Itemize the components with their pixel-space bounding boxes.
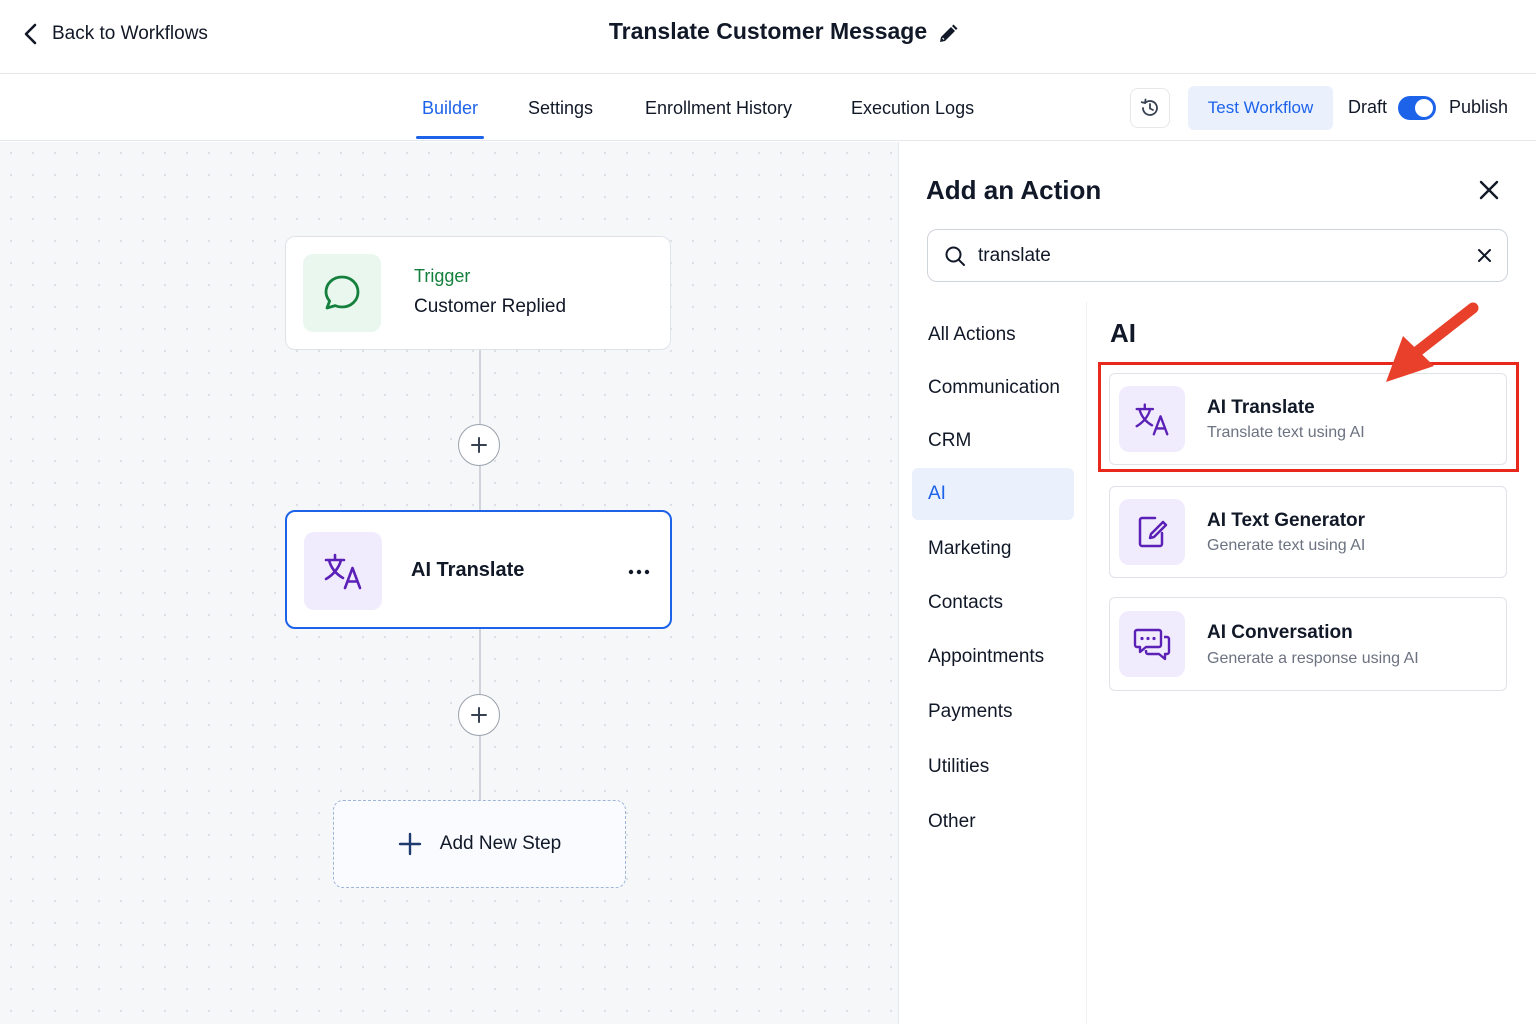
- search-input[interactable]: [978, 240, 1458, 272]
- category-ai[interactable]: AI: [912, 468, 1074, 520]
- action-title: AI Translate: [1207, 397, 1315, 418]
- category-appointments[interactable]: Appointments: [912, 631, 1074, 683]
- trigger-kicker: Trigger: [414, 266, 471, 286]
- close-icon[interactable]: [1477, 178, 1501, 202]
- add-new-step-label: Add New Step: [439, 833, 562, 854]
- action-icon-tile: [1119, 386, 1185, 452]
- category-crm[interactable]: CRM: [912, 415, 1074, 467]
- add-action-panel: Add an Action All Actions Communication …: [898, 142, 1536, 1024]
- action-description: Generate text using AI: [1207, 537, 1366, 554]
- history-icon: [1140, 98, 1158, 116]
- search-icon: [945, 246, 965, 266]
- tab-bar: Builder Settings Enrollment History Exec…: [0, 75, 1536, 141]
- category-communication[interactable]: Communication: [912, 362, 1074, 414]
- category-contacts[interactable]: Contacts: [912, 577, 1074, 629]
- category-payments[interactable]: Payments: [912, 686, 1074, 738]
- plus-icon: [471, 437, 487, 453]
- tab-enrollment-history[interactable]: Enrollment History: [645, 75, 792, 141]
- trigger-node[interactable]: Trigger Customer Replied: [285, 236, 671, 350]
- plus-icon: [471, 707, 487, 723]
- workflow-title: Translate Customer Message: [608, 18, 928, 44]
- publish-label[interactable]: Publish: [1449, 97, 1508, 118]
- panel-title: Add an Action: [926, 175, 1102, 205]
- tab-builder[interactable]: Builder: [415, 75, 485, 141]
- insert-step-button[interactable]: [458, 694, 500, 736]
- action-card-ai-text-generator[interactable]: AI Text Generator Generate text using AI: [1109, 486, 1507, 578]
- action-icon-tile: [1119, 499, 1185, 565]
- more-options-icon[interactable]: [627, 562, 651, 582]
- plus-icon: [398, 832, 421, 856]
- action-search-box[interactable]: [927, 229, 1508, 282]
- draft-label: Draft: [1348, 97, 1388, 117]
- test-workflow-button[interactable]: Test Workflow: [1188, 86, 1333, 130]
- insert-step-button[interactable]: [458, 424, 500, 466]
- workflow-canvas[interactable]: Trigger Customer Replied AI Translate Ad…: [0, 142, 898, 1024]
- pencil-icon[interactable]: [936, 22, 960, 46]
- category-utilities[interactable]: Utilities: [912, 741, 1074, 793]
- tab-settings[interactable]: Settings: [528, 75, 593, 141]
- action-icon-tile: [1119, 611, 1185, 677]
- action-description: Generate a response using AI: [1207, 650, 1419, 667]
- trigger-icon-tile: [303, 254, 381, 332]
- top-bar: Back to Workflows Translate Customer Mes…: [0, 0, 1536, 74]
- ai-translate-icon-tile: [304, 532, 382, 610]
- category-all-actions[interactable]: All Actions: [912, 309, 1074, 361]
- tab-execution-logs[interactable]: Execution Logs: [851, 75, 974, 141]
- translate-icon: [1135, 403, 1169, 436]
- history-button[interactable]: [1130, 88, 1170, 128]
- action-card-ai-translate[interactable]: AI Translate Translate text using AI: [1109, 373, 1507, 465]
- section-heading-ai: AI: [1110, 318, 1136, 348]
- panel-divider: [1086, 302, 1087, 1024]
- action-card-ai-conversation[interactable]: AI Conversation Generate a response usin…: [1109, 597, 1507, 691]
- clear-search-icon[interactable]: [1476, 247, 1493, 264]
- category-other[interactable]: Other: [912, 796, 1074, 848]
- action-title: AI Text Generator: [1207, 510, 1366, 531]
- chat-bubbles-icon: [1133, 628, 1171, 661]
- add-new-step-button[interactable]: Add New Step: [333, 800, 626, 888]
- publish-toggle[interactable]: [1398, 96, 1436, 120]
- ai-node-title: AI Translate: [411, 559, 525, 581]
- chat-bubble-icon: [324, 275, 360, 310]
- action-title: AI Conversation: [1207, 622, 1353, 643]
- action-description: Translate text using AI: [1207, 424, 1365, 441]
- ai-translate-node[interactable]: AI Translate: [285, 510, 672, 629]
- trigger-title: Customer Replied: [414, 296, 567, 317]
- category-marketing[interactable]: Marketing: [912, 523, 1074, 575]
- document-edit-icon: [1138, 516, 1168, 548]
- translate-icon: [324, 553, 362, 590]
